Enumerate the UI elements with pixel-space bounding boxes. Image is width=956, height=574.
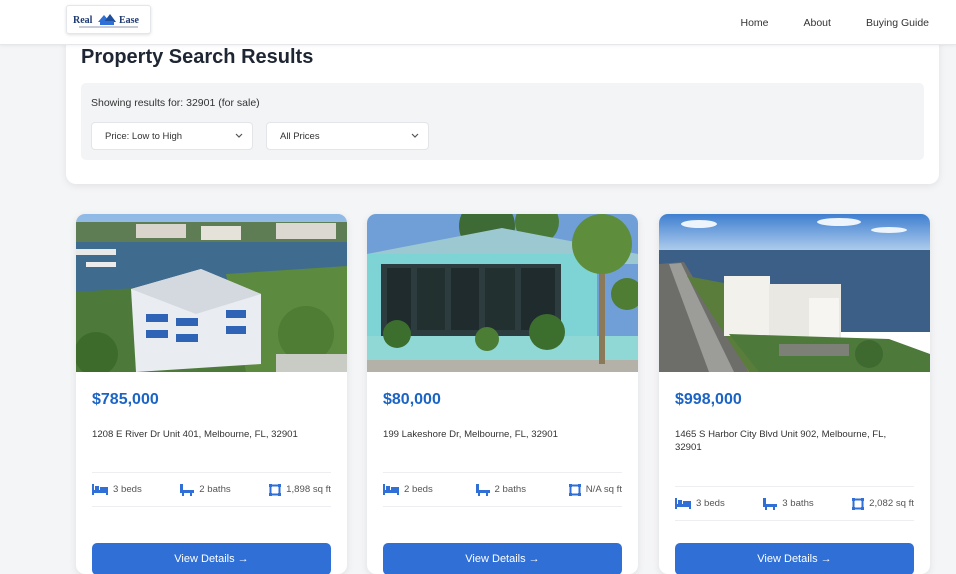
listing-price: $80,000 — [383, 391, 441, 408]
area-value: N/A sq ft — [585, 484, 622, 495]
beds-count: 3 beds — [696, 498, 725, 509]
property-card[interactable]: $998,000 1465 S Harbor City Blvd Unit 90… — [659, 214, 930, 574]
area-feature: 1,898 sq ft — [269, 483, 331, 496]
area-icon — [852, 497, 865, 510]
chevron-down-icon — [235, 133, 243, 138]
bath-icon — [475, 483, 490, 496]
results-summary: Showing results for: 32901 (for sale) — [91, 97, 260, 109]
beds-count: 3 beds — [113, 484, 142, 495]
baths-feature: 2 baths — [180, 483, 231, 496]
baths-count: 2 baths — [199, 484, 231, 495]
listing-features: 3 beds 2 baths 1,898 sq ft — [92, 472, 331, 507]
listing-address: 199 Lakeshore Dr, Melbourne, FL, 32901 — [383, 429, 558, 440]
bath-icon — [180, 483, 195, 496]
svg-text:Ease: Ease — [119, 15, 140, 26]
property-card[interactable]: $785,000 1208 E River Dr Unit 401, Melbo… — [76, 214, 347, 574]
area-feature: 2,082 sq ft — [852, 497, 914, 510]
beds-feature: 3 beds — [92, 484, 142, 495]
property-photo[interactable] — [76, 214, 347, 372]
price-select[interactable]: All Prices — [266, 122, 429, 150]
area-icon — [269, 483, 282, 496]
nav-home[interactable]: Home — [740, 17, 768, 29]
view-details-button[interactable]: View Details → — [92, 543, 331, 574]
search-panel: Property Search Results Showing results … — [66, 30, 939, 184]
listing-address: 1465 S Harbor City Blvd Unit 902, Melbou… — [675, 429, 887, 453]
baths-feature: 2 baths — [475, 483, 527, 496]
sort-select-value: Price: Low to High — [105, 130, 183, 142]
baths-count: 3 baths — [782, 498, 814, 509]
top-navbar: Real Ease Home About Buying Guide — [0, 0, 956, 45]
site-logo[interactable]: Real Ease — [66, 5, 151, 34]
property-photo[interactable] — [367, 214, 638, 372]
svg-text:Real: Real — [73, 15, 93, 26]
area-value: 1,898 sq ft — [286, 484, 331, 495]
baths-count: 2 baths — [494, 484, 527, 495]
area-icon — [568, 483, 581, 496]
nav-about[interactable]: About — [804, 17, 831, 29]
view-details-button[interactable]: View Details → — [675, 543, 914, 574]
beds-count: 2 beds — [404, 484, 433, 495]
listing-price: $998,000 — [675, 391, 742, 408]
logo-tagline — [79, 26, 138, 28]
area-feature: N/A sq ft — [568, 483, 622, 496]
chevron-down-icon — [411, 133, 419, 138]
property-photo[interactable] — [659, 214, 930, 372]
sort-select[interactable]: Price: Low to High — [91, 122, 253, 150]
baths-feature: 3 baths — [763, 497, 814, 510]
beds-feature: 3 beds — [675, 498, 725, 509]
filter-box: Showing results for: 32901 (for sale) Pr… — [81, 83, 924, 160]
view-details-button[interactable]: View Details → — [383, 543, 622, 574]
beds-feature: 2 beds — [383, 484, 433, 495]
bed-icon — [383, 484, 399, 495]
listing-address: 1208 E River Dr Unit 401, Melbourne, FL,… — [92, 429, 298, 440]
bed-icon — [92, 484, 108, 495]
bed-icon — [675, 498, 691, 509]
listing-features: 3 beds 3 baths 2,082 sq ft — [675, 486, 914, 521]
nav-buying-guide[interactable]: Buying Guide — [866, 17, 929, 29]
property-card[interactable]: $80,000 199 Lakeshore Dr, Melbourne, FL,… — [367, 214, 638, 574]
area-value: 2,082 sq ft — [869, 498, 914, 509]
listing-price: $785,000 — [92, 391, 159, 408]
bath-icon — [763, 497, 778, 510]
main-nav: Home About Buying Guide — [740, 0, 929, 45]
listing-features: 2 beds 2 baths N/A sq ft — [383, 472, 622, 507]
page-title: Property Search Results — [81, 46, 314, 68]
price-select-value: All Prices — [280, 130, 320, 142]
